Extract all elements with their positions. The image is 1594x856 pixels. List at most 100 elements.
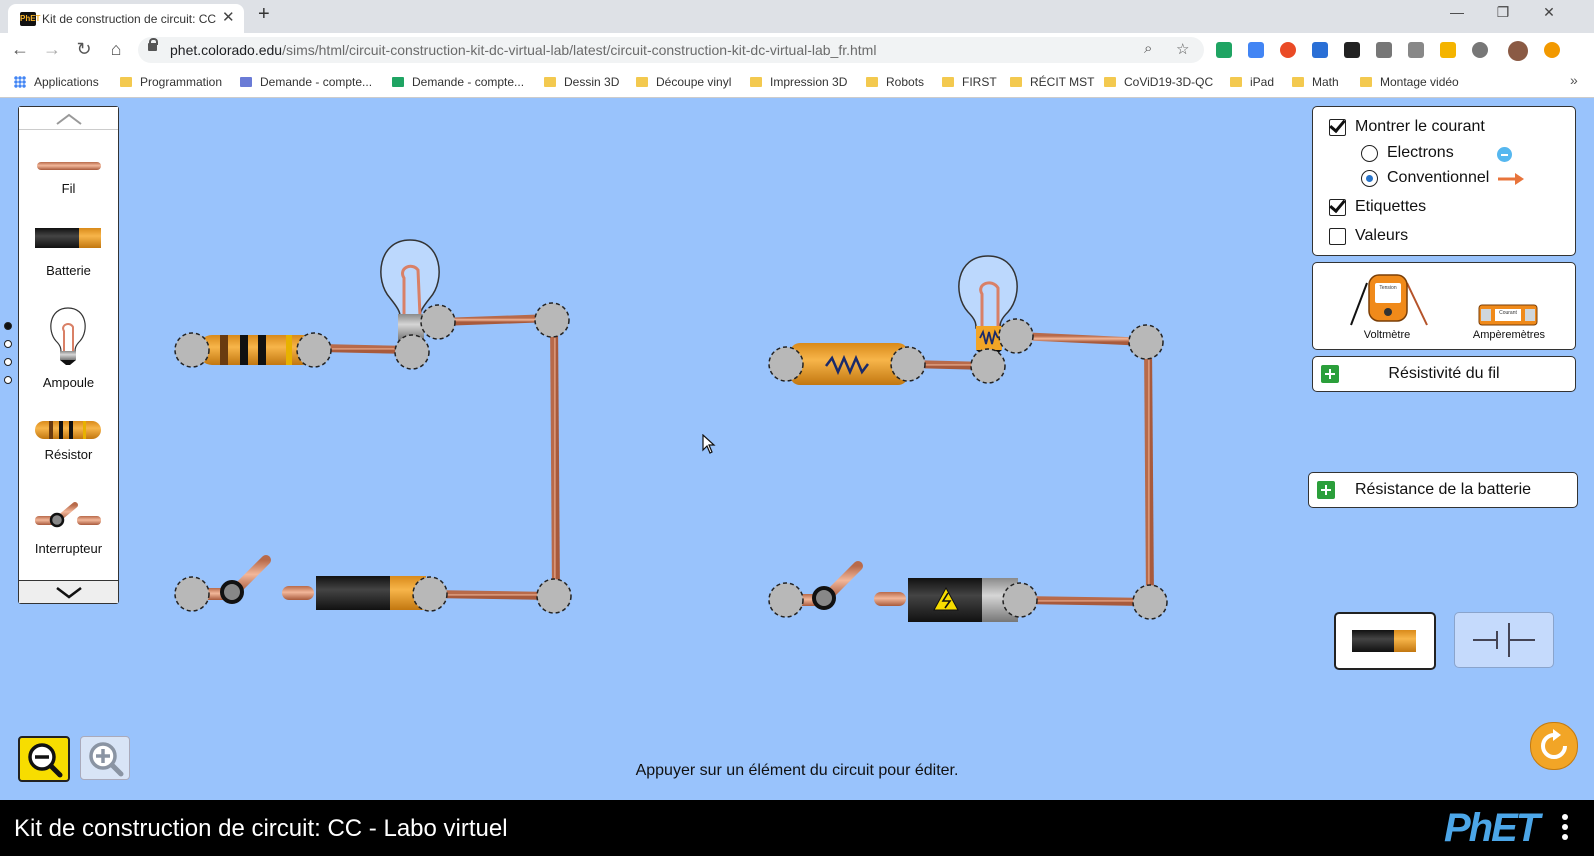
toolbox-scroll-up-button[interactable] (19, 107, 118, 130)
right-circuit (768, 255, 1168, 622)
url-bar[interactable]: phet.colorado.edu/sims/html/circuit-cons… (138, 37, 1204, 63)
new-tab-button[interactable]: + (258, 3, 270, 26)
bookmark-applications[interactable]: Applications (14, 75, 99, 89)
home-button[interactable]: ⌂ (104, 39, 128, 60)
vertex[interactable] (174, 576, 210, 612)
window-close-button[interactable]: ✕ (1534, 4, 1564, 21)
wire[interactable] (1144, 343, 1154, 601)
toolbox-item-label: Ampoule (42, 375, 95, 390)
vertex[interactable] (998, 318, 1034, 354)
toolbox-item-wire[interactable]: Fil (19, 151, 118, 201)
settings-extension-icon[interactable] (1472, 42, 1488, 58)
phet-logo[interactable]: PhET (1444, 806, 1540, 851)
screencast-extension-icon[interactable] (1344, 42, 1360, 58)
google-drive-icon[interactable] (1216, 42, 1232, 58)
bookmark-math[interactable]: Math (1292, 75, 1339, 89)
forward-button[interactable]: → (40, 39, 64, 60)
update-alert-icon[interactable] (1544, 42, 1560, 58)
browser-tab[interactable]: PhET Kit de construction de circuit: CC … (8, 4, 244, 33)
reload-button[interactable]: ↻ (72, 39, 96, 60)
resistor[interactable] (790, 343, 908, 385)
battery-resistance-accordion[interactable]: Résistance de la batterie (1308, 472, 1578, 508)
vertex[interactable] (768, 346, 804, 382)
values-checkbox[interactable] (1329, 228, 1346, 245)
bookmark-label: Découpe vinyl (656, 75, 732, 89)
switch[interactable] (192, 555, 314, 604)
page-dot[interactable] (4, 376, 12, 384)
house-extension-icon[interactable] (1408, 42, 1424, 58)
back-button[interactable]: ← (8, 39, 32, 60)
wire[interactable] (429, 590, 555, 600)
bookmark-impression-3d[interactable]: Impression 3D (750, 75, 847, 89)
electrons-radio[interactable] (1361, 145, 1378, 162)
vertex[interactable] (1002, 582, 1038, 618)
battery[interactable] (316, 576, 426, 610)
vertex[interactable] (1132, 584, 1168, 620)
bookmark-first[interactable]: FIRST (942, 75, 997, 89)
toolbox-item-battery[interactable]: Batterie (19, 225, 118, 281)
schematic-view-button[interactable] (1454, 612, 1554, 668)
tab-close-icon[interactable]: ✕ (222, 8, 235, 26)
vertex[interactable] (174, 332, 210, 368)
toolbox-item-switch[interactable]: Interrupteur (19, 499, 118, 559)
bookmark-programmation[interactable]: Programmation (120, 75, 222, 89)
reset-all-button[interactable] (1530, 722, 1578, 770)
extension-icon[interactable] (1280, 42, 1296, 58)
grid-extension-icon[interactable] (1376, 42, 1392, 58)
toolbox-item-resistor[interactable]: Résistor (19, 419, 118, 475)
zoom-icon[interactable]: ⌕ (1144, 40, 1152, 57)
bookmark-ipad[interactable]: iPad (1230, 75, 1274, 89)
bookmarks-overflow-icon[interactable]: » (1570, 72, 1578, 88)
voltmeter-tool[interactable]: Tension Voltmètre (1337, 269, 1437, 347)
vertex[interactable] (536, 578, 572, 614)
vertex[interactable] (970, 348, 1006, 384)
toolbox-scroll-down-button[interactable] (19, 580, 118, 603)
hand-extension-icon[interactable] (1440, 42, 1456, 58)
page-dot-active[interactable] (4, 322, 12, 330)
vertex[interactable] (412, 576, 448, 612)
bookmark-recit-mst[interactable]: RÉCIT MST (1010, 75, 1094, 89)
bookmark-demande-sheet[interactable]: Demande - compte... (392, 75, 524, 89)
folder-icon (1010, 77, 1022, 87)
page-dot[interactable] (4, 358, 12, 366)
wire[interactable] (1017, 332, 1147, 346)
calendar-extension-icon[interactable] (1312, 42, 1328, 58)
show-current-checkbox[interactable] (1329, 119, 1346, 136)
maximize-button[interactable]: ❐ (1488, 4, 1518, 21)
vertex[interactable] (1128, 324, 1164, 360)
lock-icon[interactable] (148, 38, 158, 51)
bookmark-covid19[interactable]: CoViD19-3D-QC (1104, 75, 1213, 89)
wire-resistivity-accordion[interactable]: Résistivité du fil (1312, 356, 1576, 392)
bookmark-robots[interactable]: Robots (866, 75, 924, 89)
labels-checkbox[interactable] (1329, 199, 1346, 216)
bookmark-star-icon[interactable]: ☆ (1176, 40, 1189, 58)
vertex[interactable] (768, 582, 804, 618)
vertex[interactable] (296, 332, 332, 368)
url-text[interactable]: phet.colorado.edu/sims/html/circuit-cons… (170, 42, 876, 58)
wire[interactable] (550, 319, 560, 595)
conventional-label: Conventionnel (1387, 169, 1490, 186)
vertex[interactable] (394, 334, 430, 370)
vertex[interactable] (534, 302, 570, 338)
ammeter-tool[interactable]: Courant Ampèremètres (1459, 269, 1559, 347)
folder-icon (1292, 77, 1304, 87)
page-dot[interactable] (4, 340, 12, 348)
vertex[interactable] (420, 304, 456, 340)
phet-menu-icon[interactable] (1562, 814, 1568, 844)
conventional-radio[interactable] (1361, 170, 1378, 187)
sheet-icon (392, 77, 404, 87)
wire[interactable] (1019, 596, 1149, 606)
profile-avatar[interactable] (1508, 41, 1528, 61)
bookmark-decoupe-vinyl[interactable]: Découpe vinyl (636, 75, 731, 89)
vertex[interactable] (890, 346, 926, 382)
minimize-button[interactable]: — (1442, 4, 1472, 20)
bookmark-montage-video[interactable]: Montage vidéo (1360, 75, 1459, 89)
toolbox-item-lightbulb[interactable]: Ampoule (19, 303, 118, 393)
bookmark-label: iPad (1250, 75, 1275, 89)
bookmark-demande-form[interactable]: Demande - compte... (240, 75, 372, 89)
switch[interactable] (786, 561, 906, 610)
lifelike-view-button[interactable] (1334, 612, 1436, 670)
bookmark-dessin-3d[interactable]: Dessin 3D (544, 75, 619, 89)
translate-icon[interactable] (1248, 42, 1264, 58)
battery[interactable] (908, 578, 1018, 622)
